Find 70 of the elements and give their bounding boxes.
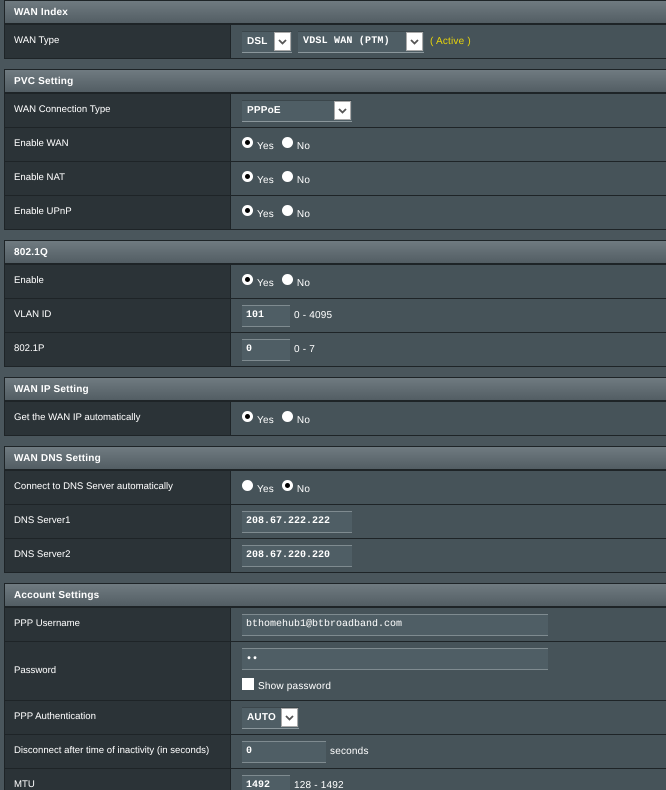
field-label: Disconnect after time of inactivity (in seconds) — [5, 735, 231, 768]
field-label: DNS Server1 — [5, 505, 231, 538]
input-field[interactable]: 101 — [242, 304, 290, 326]
radio-button[interactable] — [242, 136, 253, 148]
caret-icon — [284, 714, 294, 720]
option-label: No — [296, 140, 310, 154]
field-label: Enable WAN — [5, 128, 231, 161]
input-field[interactable]: 208.67.220.220 — [242, 544, 352, 566]
section-header: PVC Setting — [5, 70, 666, 93]
field-label: Connect to DNS Server automatically — [5, 471, 231, 504]
radio-button[interactable] — [242, 170, 253, 182]
dropdown[interactable]: PPPoE — [242, 100, 352, 122]
section-header: 802.1Q — [5, 241, 666, 264]
caret-icon — [278, 38, 287, 44]
field-label: Get the WAN IP automatically — [5, 402, 231, 435]
unit-label: 128 - 1492 — [294, 779, 344, 790]
radio-button[interactable] — [282, 136, 293, 148]
checkbox[interactable] — [242, 678, 254, 690]
dropdown[interactable]: DSL — [242, 30, 292, 52]
dropdown[interactable]: VDSL WAN (PTM) — [298, 30, 424, 52]
password-field[interactable]: •• — [242, 648, 548, 670]
checkbox-label: Show password — [258, 680, 332, 694]
radio-button[interactable] — [282, 410, 293, 422]
field-label: DNS Server2 — [5, 539, 231, 572]
field-label: Enable UPnP — [5, 196, 231, 229]
caret-icon — [410, 38, 419, 44]
dropdown[interactable]: AUTO — [242, 706, 299, 728]
option-label: Yes — [257, 482, 274, 496]
radio-button[interactable] — [242, 204, 253, 216]
radio-button[interactable] — [282, 274, 293, 284]
input-field[interactable]: 0 — [242, 338, 290, 360]
radio-button[interactable] — [242, 410, 253, 422]
section-header: WAN Index — [5, 1, 666, 24]
unit-label: 0 - 7 — [294, 343, 316, 357]
option-label: Yes — [257, 174, 274, 188]
option-label: Yes — [257, 140, 274, 154]
radio-button[interactable] — [282, 204, 293, 216]
section-header: Account Settings — [5, 584, 666, 607]
option-label: Yes — [257, 276, 274, 290]
option-label: No — [296, 174, 310, 188]
field-label: PPP Authentication — [5, 701, 231, 734]
option-label: No — [296, 208, 310, 222]
option-label: Yes — [257, 414, 274, 428]
field-label: WAN Connection Type — [5, 94, 231, 127]
field-label: PPP Username — [5, 608, 231, 641]
option-label: No — [296, 276, 310, 290]
option-label: No — [296, 482, 310, 496]
field-label: MTU — [5, 769, 231, 790]
input-field[interactable]: 1492 — [242, 774, 290, 790]
input-field[interactable]: 0 — [242, 740, 326, 762]
radio-button[interactable] — [242, 480, 253, 490]
option-label: Yes — [257, 208, 274, 222]
caret-icon — [338, 108, 347, 114]
field-label: 802.1P — [5, 333, 231, 366]
input-field[interactable]: 208.67.222.222 — [242, 510, 352, 532]
input-field[interactable]: bthomehub1@btbroadband.com — [242, 614, 548, 636]
radio-button[interactable] — [282, 170, 293, 182]
field-label: Enable — [5, 265, 231, 298]
field-label: Password — [5, 642, 231, 700]
unit-label: seconds — [330, 745, 369, 759]
field-label: VLAN ID — [5, 299, 231, 332]
radio-button[interactable] — [242, 274, 253, 284]
section-header: WAN DNS Setting — [5, 447, 666, 470]
field-label: WAN Type — [5, 25, 231, 58]
option-label: No — [296, 414, 310, 428]
unit-label: 0 - 4095 — [294, 309, 332, 323]
section-header: WAN IP Setting — [5, 378, 666, 401]
field-label: Enable NAT — [5, 162, 231, 195]
status-text: ( Active ) — [430, 35, 471, 49]
radio-button[interactable] — [282, 480, 293, 490]
